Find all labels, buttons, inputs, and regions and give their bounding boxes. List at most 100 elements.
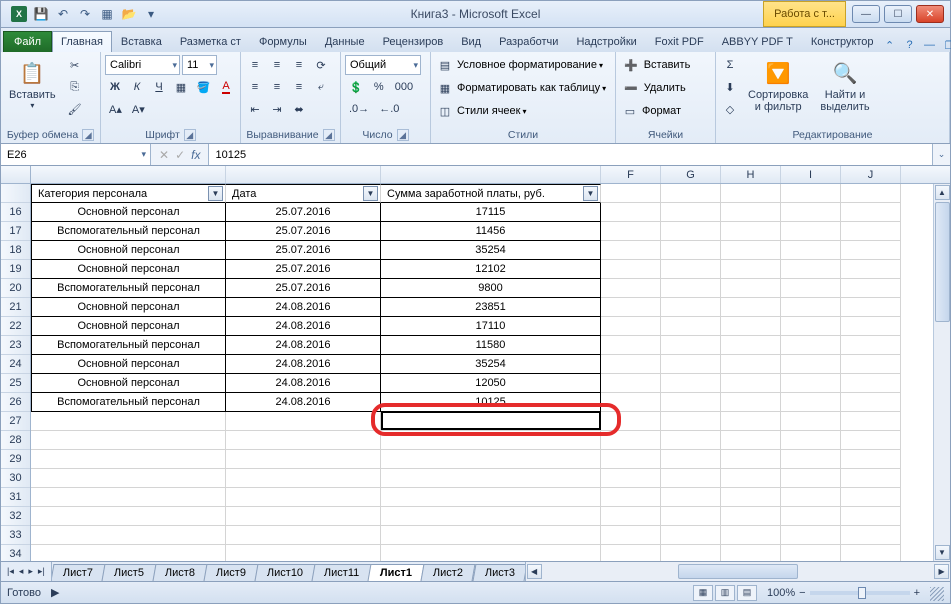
font-name-combo[interactable]: Calibri [105,55,180,75]
table-row[interactable]: Основной персонал24.08.201617110 [31,317,950,336]
maximize-button[interactable]: ☐ [884,5,912,23]
scroll-thumb[interactable] [678,564,798,579]
sheet-tab[interactable]: Лист2 [421,564,476,581]
row-header[interactable]: 17 [1,222,30,241]
table-row[interactable]: Основной персонал25.07.201635254 [31,241,950,260]
macro-record-icon[interactable]: ▶ [51,586,59,599]
merge-icon[interactable]: ⬌ [289,99,309,119]
row-header[interactable]: 29 [1,450,30,469]
filter-dropdown-icon[interactable]: ▼ [208,186,223,201]
font-size-combo[interactable]: 11 [182,55,217,75]
row-header[interactable]: 25 [1,374,30,393]
italic-button[interactable]: К [127,77,147,97]
sheet-tab[interactable]: Лист3 [472,564,525,581]
row-header[interactable]: 19 [1,260,30,279]
autosum-icon[interactable]: Σ [720,55,740,75]
cancel-formula-icon[interactable]: ✕ [159,148,169,162]
scroll-down-icon[interactable]: ▼ [935,545,950,560]
close-button[interactable]: ✕ [916,5,944,23]
table-row[interactable]: Вспомогательный персонал24.08.201611580 [31,336,950,355]
ribbon-tab[interactable]: Главная [52,31,112,52]
table-header-category[interactable]: Категория персонала ▼ [31,184,226,203]
comma-icon[interactable]: 000 [391,77,417,97]
grid-row[interactable] [31,545,950,561]
table-header-sum[interactable]: Сумма заработной платы, руб. ▼ [381,184,601,203]
table-row[interactable]: Основной персонал24.08.201612050 [31,374,950,393]
window-resizer[interactable] [930,587,944,601]
decrease-indent-icon[interactable]: ⇤ [245,99,265,119]
underline-button[interactable]: Ч [149,77,169,97]
normal-view-icon[interactable]: ▦ [693,585,713,601]
file-tab[interactable]: Файл [3,31,52,52]
align-right-icon[interactable]: ≡ [289,77,309,97]
row-header[interactable]: 32 [1,507,30,526]
open-icon[interactable]: 📂 [119,4,139,24]
column-header[interactable]: F [601,166,661,183]
zoom-in-icon[interactable]: + [914,587,920,599]
filter-dropdown-icon[interactable]: ▼ [363,186,378,201]
column-header[interactable]: G [661,166,721,183]
insert-cells-button[interactable]: ➕Вставить [620,55,711,75]
table-row[interactable]: Вспомогательный персонал25.07.201611456 [31,222,950,241]
paste-button[interactable]: 📋 Вставить▾ [5,55,60,112]
sheet-tab[interactable]: Лист10 [254,564,315,581]
column-header[interactable] [226,166,381,183]
dialog-launcher-icon[interactable]: ◢ [82,129,94,141]
grid-row[interactable] [31,431,950,450]
doc-restore-icon[interactable]: ❐ [943,38,951,52]
orientation-icon[interactable]: ⟳ [311,55,331,75]
cell-styles-button[interactable]: ◫Стили ячеек▾ [435,101,611,121]
undo-icon[interactable]: ↶ [53,4,73,24]
name-box[interactable]: E26 [1,144,151,165]
border-button[interactable]: ▦ [171,77,191,97]
sort-filter-button[interactable]: 🔽 Сортировка и фильтр [744,55,812,115]
dialog-launcher-icon[interactable]: ◢ [184,129,196,141]
page-break-view-icon[interactable]: ▤ [737,585,757,601]
row-header[interactable]: 24 [1,355,30,374]
row-header[interactable]: 33 [1,526,30,545]
row-header[interactable]: 28 [1,431,30,450]
ribbon-tab[interactable]: Разметка ст [171,31,250,52]
conditional-formatting-button[interactable]: ▤Условное форматирование▾ [435,55,611,75]
doc-minimize-icon[interactable]: — [923,38,937,52]
column-header[interactable] [381,166,601,183]
horizontal-scrollbar[interactable]: ◀ ▶ [525,562,950,581]
column-header[interactable] [31,166,226,183]
decrease-decimal-icon[interactable]: ←.0 [375,99,403,119]
row-header[interactable]: 21 [1,298,30,317]
scroll-up-icon[interactable]: ▲ [935,185,950,200]
clear-icon[interactable]: ◇ [720,99,740,119]
format-painter-icon[interactable]: 🖌 [64,99,86,119]
align-center-icon[interactable]: ≡ [267,77,287,97]
ribbon-tab[interactable]: Вид [452,31,490,52]
copy-icon[interactable]: ⎘ [64,77,86,97]
ribbon-tab[interactable]: Вставка [112,31,171,52]
select-all-corner[interactable] [1,166,31,183]
save-icon[interactable]: 💾 [31,4,51,24]
minimize-ribbon-icon[interactable]: ⌃ [883,38,897,52]
ribbon-tab[interactable]: Надстройки [567,31,645,52]
zoom-slider[interactable] [810,591,910,595]
qat-customize-icon[interactable]: ▾ [141,4,161,24]
grid-row[interactable] [31,507,950,526]
table-row[interactable]: Вспомогательный персонал25.07.20169800 [31,279,950,298]
grid-row[interactable] [31,469,950,488]
increase-font-icon[interactable]: A▴ [105,99,126,119]
row-header[interactable]: 34 [1,545,30,561]
zoom-out-icon[interactable]: − [799,587,805,599]
table-row[interactable]: Вспомогательный персонал24.08.201610125 [31,393,950,412]
currency-icon[interactable]: 💲 [345,77,367,97]
table-row[interactable]: Основной персонал24.08.201635254 [31,355,950,374]
number-format-combo[interactable]: Общий [345,55,421,75]
expand-formula-bar-icon[interactable]: ⌄ [932,144,950,165]
row-header[interactable]: 16 [1,203,30,222]
scroll-left-icon[interactable]: ◀ [527,564,542,579]
table-row[interactable]: Основной персонал24.08.201623851 [31,298,950,317]
align-middle-icon[interactable]: ≡ [267,55,287,75]
grid-row[interactable] [31,526,950,545]
scroll-right-icon[interactable]: ▶ [934,564,949,579]
row-header[interactable]: 18 [1,241,30,260]
row-header[interactable]: 22 [1,317,30,336]
zoom-level[interactable]: 100% [767,587,795,599]
help-icon[interactable]: ? [903,38,917,52]
